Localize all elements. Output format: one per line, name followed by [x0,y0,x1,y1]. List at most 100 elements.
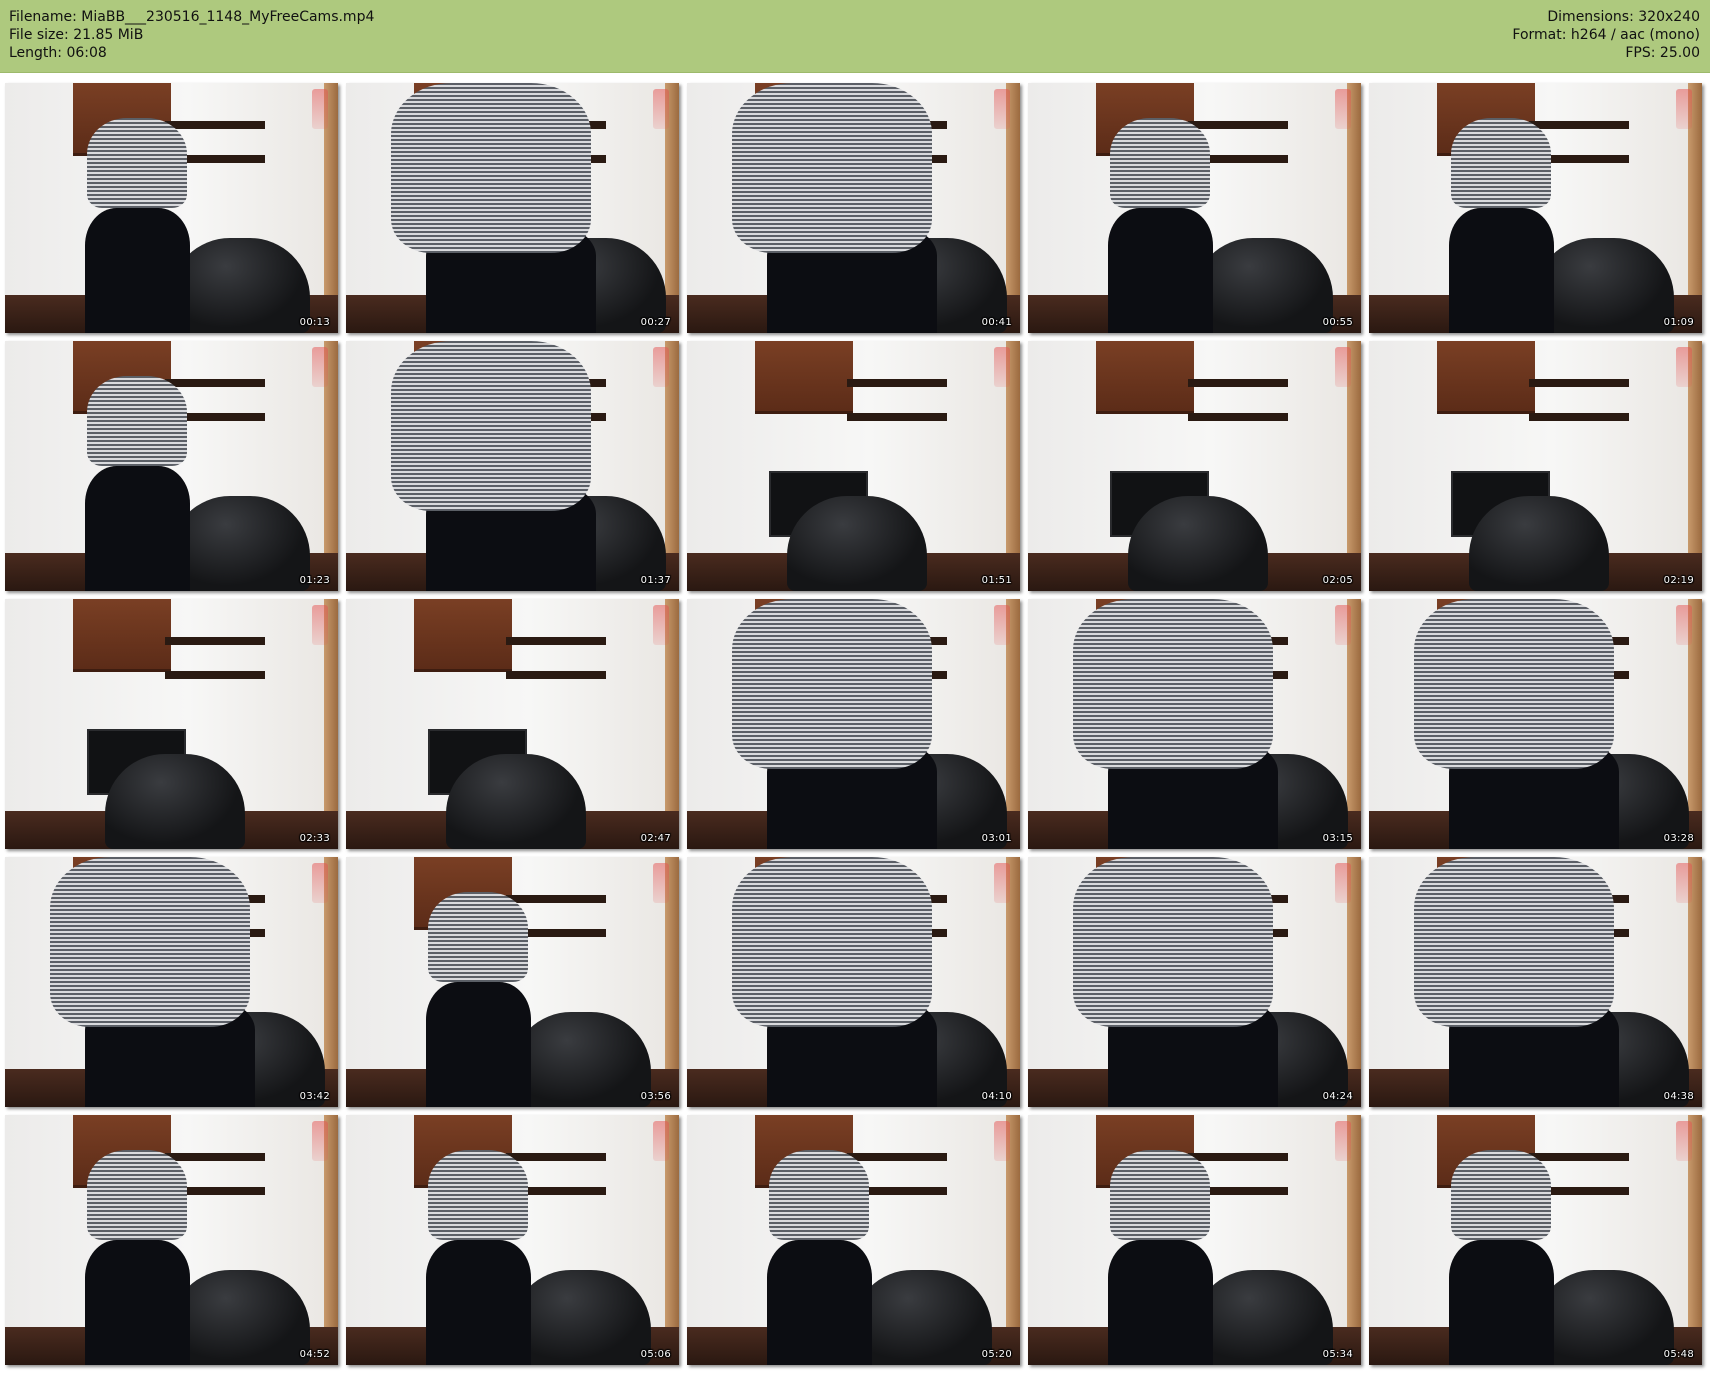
scene-shelf [847,1153,947,1161]
thumbnail-timestamp: 03:28 [1663,833,1694,844]
thumbnail-frame: 01:23 [5,341,338,591]
thumbnail-frame: 02:19 [1369,341,1702,591]
thumbnail-frame: 03:42 [5,857,338,1107]
watermark-mark [653,347,669,387]
figure-skirt [85,466,190,591]
scene-shelf [506,895,606,903]
scene-cabinet [755,341,853,414]
scene-chair [1193,1270,1333,1365]
thumbnail-frame: 05:06 [346,1115,679,1365]
thumbnail-frame: 05:48 [1369,1115,1702,1365]
scene-chair [170,1270,310,1365]
watermark-mark [994,605,1010,645]
watermark-mark [994,863,1010,903]
watermark-mark [994,347,1010,387]
watermark-mark [312,1121,328,1161]
watermark-mark [1335,1121,1351,1161]
scene-chair [1128,496,1268,591]
thumbnail-frame: 02:05 [1028,341,1361,591]
scene-cabinet [73,599,171,672]
thumbnail-timestamp: 00:41 [981,317,1012,328]
figure-skirt [1108,208,1213,333]
figure-skirt [1449,208,1554,333]
info-header: Filename: MiaBB___230516_1148_MyFreeCams… [0,0,1710,73]
watermark-mark [312,863,328,903]
thumbnail-frame: 01:09 [1369,83,1702,333]
figure-top [87,1150,187,1240]
thumbnail-frame: 04:38 [1369,857,1702,1107]
figure-skirt [1108,1240,1213,1365]
scene-chair [446,754,586,849]
scene-shelf [165,671,265,679]
figure-top [1451,1150,1551,1240]
scene-shelf [165,1153,265,1161]
thumbnail-frame: 00:27 [346,83,679,333]
dimensions-text: Dimensions: 320x240 [1547,9,1700,25]
watermark-mark [1676,1121,1692,1161]
scene-shelf [847,379,947,387]
file-info-right: Dimensions: 320x240 Format: h264 / aac (… [1512,8,1700,62]
figure-top [391,341,591,511]
figure-skirt [85,208,190,333]
figure-top [1073,857,1273,1027]
scene-shelf [506,671,606,679]
thumbnail-timestamp: 04:24 [1322,1091,1353,1102]
scene-cabinet [1437,341,1535,414]
watermark-mark [1335,347,1351,387]
scene-shelf [1188,1153,1288,1161]
scene-chair [511,1270,651,1365]
thumbnail-timestamp: 04:38 [1663,1091,1694,1102]
thumbnail-timestamp: 03:56 [640,1091,671,1102]
figure-top [50,857,250,1027]
watermark-mark [1676,347,1692,387]
scene-chair [1534,238,1674,333]
thumbnail-timestamp: 02:47 [640,833,671,844]
watermark-mark [653,605,669,645]
thumbnail-frame: 01:51 [687,341,1020,591]
thumbnail-timestamp: 00:55 [1322,317,1353,328]
watermark-mark [653,1121,669,1161]
thumbnail-grid: 00:13 00:27 00:41 00:55 01:09 01:23 01:37 01:51… [5,83,1705,1367]
scene-shelf [165,637,265,645]
scene-shelf [1188,379,1288,387]
scene-shelf [506,1153,606,1161]
figure-skirt [426,982,531,1107]
thumbnail-timestamp: 02:19 [1663,575,1694,586]
scene-shelf [1188,121,1288,129]
thumbnail-frame: 03:15 [1028,599,1361,849]
thumbnail-timestamp: 03:01 [981,833,1012,844]
figure-skirt [767,1240,872,1365]
thumbnail-timestamp: 04:52 [299,1349,330,1360]
watermark-mark [994,1121,1010,1161]
file-info-left: Filename: MiaBB___230516_1148_MyFreeCams… [9,8,374,62]
scene-chair [1469,496,1609,591]
thumbnail-timestamp: 03:15 [1322,833,1353,844]
scene-shelf [1529,379,1629,387]
thumbnail-frame: 03:56 [346,857,679,1107]
thumbnail-frame: 03:01 [687,599,1020,849]
thumbnail-frame: 04:52 [5,1115,338,1365]
figure-top [732,857,932,1027]
watermark-mark [1335,605,1351,645]
thumbnail-timestamp: 05:20 [981,1349,1012,1360]
scene-shelf [165,121,265,129]
watermark-mark [312,347,328,387]
figure-top [769,1150,869,1240]
thumbnail-timestamp: 00:13 [299,317,330,328]
thumbnail-timestamp: 05:48 [1663,1349,1694,1360]
figure-top [1110,118,1210,208]
thumbnail-timestamp: 04:10 [981,1091,1012,1102]
figure-top [1414,599,1614,769]
watermark-mark [1676,89,1692,129]
thumbnail-frame: 02:47 [346,599,679,849]
scene-shelf [1529,413,1629,421]
watermark-mark [653,863,669,903]
scene-cabinet [414,599,512,672]
figure-top [428,1150,528,1240]
scene-chair [1193,238,1333,333]
figure-skirt [1449,1240,1554,1365]
scene-shelf [1529,121,1629,129]
watermark-mark [1676,605,1692,645]
fps-text: FPS: 25.00 [1625,45,1700,61]
scene-chair [170,238,310,333]
